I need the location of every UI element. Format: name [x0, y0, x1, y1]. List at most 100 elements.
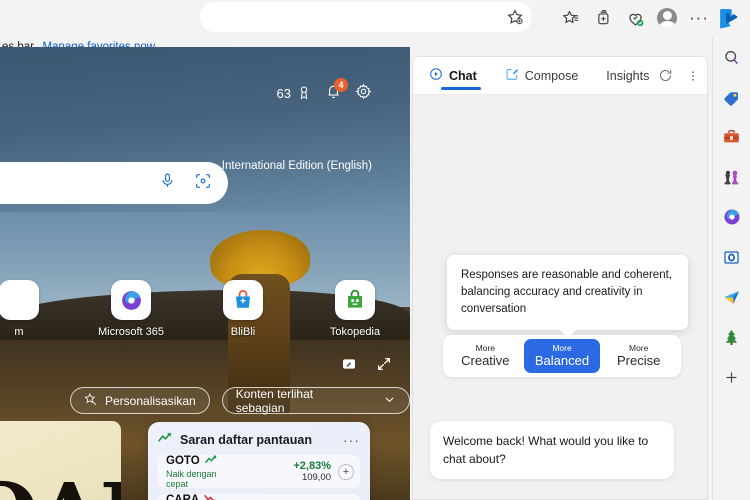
games-icon[interactable]: [717, 162, 747, 192]
edge-sidebar: [712, 36, 750, 500]
content-visibility-label: Konten terlihat sebagian: [235, 386, 314, 415]
tab-compose[interactable]: Compose: [501, 57, 583, 95]
chat-icon: [429, 67, 443, 84]
watchlist-symbol: GOTO: [166, 455, 200, 467]
photo-info-icon[interactable]: [340, 355, 357, 372]
note-card-text: OAD: [0, 473, 121, 500]
tile-label: BliBli: [230, 326, 256, 338]
add-favorite-star-icon[interactable]: [506, 8, 524, 26]
tab-chat[interactable]: Chat: [425, 57, 481, 95]
settings-and-more-button[interactable]: ···: [684, 3, 714, 33]
profile-avatar-icon[interactable]: [652, 3, 682, 33]
microphone-icon[interactable]: [159, 172, 176, 194]
collections-icon[interactable]: [588, 3, 618, 33]
refresh-icon[interactable]: [653, 64, 677, 88]
search-icon[interactable]: [717, 42, 747, 72]
bing-homepage: 63 4 International Edition (English) m M…: [0, 47, 410, 500]
tile-label: Tokopedia: [329, 326, 381, 338]
style-prefix: More: [552, 343, 572, 353]
browser-window: ··· es bar. Manage favorites now: [0, 0, 750, 500]
style-more-precise[interactable]: More Precise: [600, 339, 677, 373]
rewards-button[interactable]: 63: [277, 85, 312, 101]
tree-icon[interactable]: [717, 322, 747, 352]
photo-actions: [340, 355, 392, 372]
paper-plane-icon[interactable]: [717, 282, 747, 312]
shortcut-tile-microsoft-365[interactable]: Microsoft 365: [90, 280, 172, 338]
shortcut-tile-partial[interactable]: m: [0, 280, 60, 338]
notifications-badge: 4: [334, 78, 348, 92]
toolbar-actions: ···: [556, 0, 742, 36]
content-visibility-button[interactable]: Konten terlihat sebagian: [221, 386, 410, 415]
browser-toolbar: ···: [0, 0, 750, 36]
sparkline-chart: [240, 461, 285, 483]
page-pills: Personalisasikan Konten terlihat sebagia…: [70, 386, 410, 415]
personalize-sparkle-icon: [84, 392, 98, 409]
outlook-icon[interactable]: [717, 242, 747, 272]
watchlist-note: Naik dengan cepat: [166, 469, 217, 489]
tokopedia-icon: [335, 280, 375, 320]
watchlist-row[interactable]: GOTO Naik dengan cepat +2,83% 109,00 +: [158, 454, 360, 489]
add-icon[interactable]: [717, 362, 747, 392]
watchlist-add-button[interactable]: +: [338, 463, 354, 480]
favorites-star-list-icon[interactable]: [556, 3, 586, 33]
style-label: Creative: [461, 353, 510, 368]
welcome-text: Welcome back! What would you like to cha…: [443, 434, 649, 466]
conversation-style-selector: More Creative More Balanced More Precise: [443, 335, 681, 377]
tab-chat-label: Chat: [449, 68, 477, 83]
watchlist-card: Saran daftar pantauan ··· GOTO Naik deng…: [148, 422, 370, 500]
microsoft-365-icon: [111, 280, 151, 320]
shopping-tag-icon[interactable]: [717, 82, 747, 112]
notifications-button[interactable]: 4: [325, 78, 348, 103]
bing-copilot-logo[interactable]: [716, 5, 742, 31]
copilot-designer-icon[interactable]: [717, 202, 747, 232]
more-dots-icon: ···: [689, 8, 709, 27]
conversation-style-tooltip: Responses are reasonable and coherent, b…: [447, 255, 688, 338]
copilot-chat-panel: Chat Compose Insights Responses are reas…: [412, 56, 708, 500]
expand-icon[interactable]: [375, 355, 392, 372]
watchlist-more-button[interactable]: ···: [343, 433, 360, 447]
bing-search-box[interactable]: [0, 162, 228, 204]
tile-label: Microsoft 365: [97, 326, 165, 338]
tooltip-text: Responses are reasonable and coherent, b…: [461, 269, 672, 315]
shortcut-tile-blibli[interactable]: BliBli: [202, 280, 284, 338]
tab-insights-label: Insights: [606, 68, 650, 83]
edition-label: International Edition (English): [221, 160, 372, 172]
shortcut-tiles: m Microsoft 365 BliBli Tokopedia: [0, 280, 396, 338]
chat-header-actions: [653, 64, 707, 88]
trend-up-icon: [204, 454, 218, 468]
compose-icon: [505, 67, 519, 84]
shortcut-tile-tokopedia[interactable]: Tokopedia: [314, 280, 396, 338]
toolbox-icon[interactable]: [717, 122, 747, 152]
chevron-down-icon: [383, 393, 396, 409]
style-more-balanced[interactable]: More Balanced: [523, 339, 601, 373]
chat-welcome-message: Welcome back! What would you like to cha…: [430, 421, 674, 479]
style-label: Balanced: [534, 353, 590, 368]
more-vertical-icon[interactable]: [681, 64, 705, 88]
watchlist-symbol: CARA: [166, 494, 200, 500]
blibli-icon: [223, 280, 263, 320]
settings-gear-icon[interactable]: [355, 83, 372, 103]
partial-tile-icon: [0, 280, 39, 320]
rewards-count: 63: [276, 85, 291, 101]
note-card[interactable]: OAD: [0, 421, 121, 500]
address-bar[interactable]: [200, 2, 532, 32]
tab-compose-label: Compose: [524, 68, 579, 83]
tile-label: m: [14, 326, 24, 338]
visual-search-icon[interactable]: [194, 172, 212, 195]
chat-panel-header: Chat Compose Insights: [413, 57, 707, 95]
watchlist-value: 109,00: [301, 472, 331, 483]
watchlist-row[interactable]: CARA Turun dengan cepat: [158, 494, 360, 500]
browser-essentials-heart-icon[interactable]: [620, 3, 650, 33]
style-prefix: More: [475, 343, 496, 353]
tab-insights[interactable]: Insights: [602, 57, 653, 95]
watchlist-percent: +2,83%: [293, 460, 331, 472]
style-prefix: More: [628, 343, 649, 353]
trend-up-icon: [157, 431, 173, 449]
personalize-button[interactable]: Personalisasikan: [70, 387, 210, 414]
style-more-creative[interactable]: More Creative: [447, 339, 524, 373]
bing-header-actions: 63 4: [277, 78, 372, 103]
personalize-label: Personalisasikan: [105, 393, 196, 408]
watchlist-title: Saran daftar pantauan: [180, 433, 312, 447]
watchlist-header: Saran daftar pantauan ···: [157, 431, 360, 449]
trend-down-icon: [204, 493, 217, 500]
